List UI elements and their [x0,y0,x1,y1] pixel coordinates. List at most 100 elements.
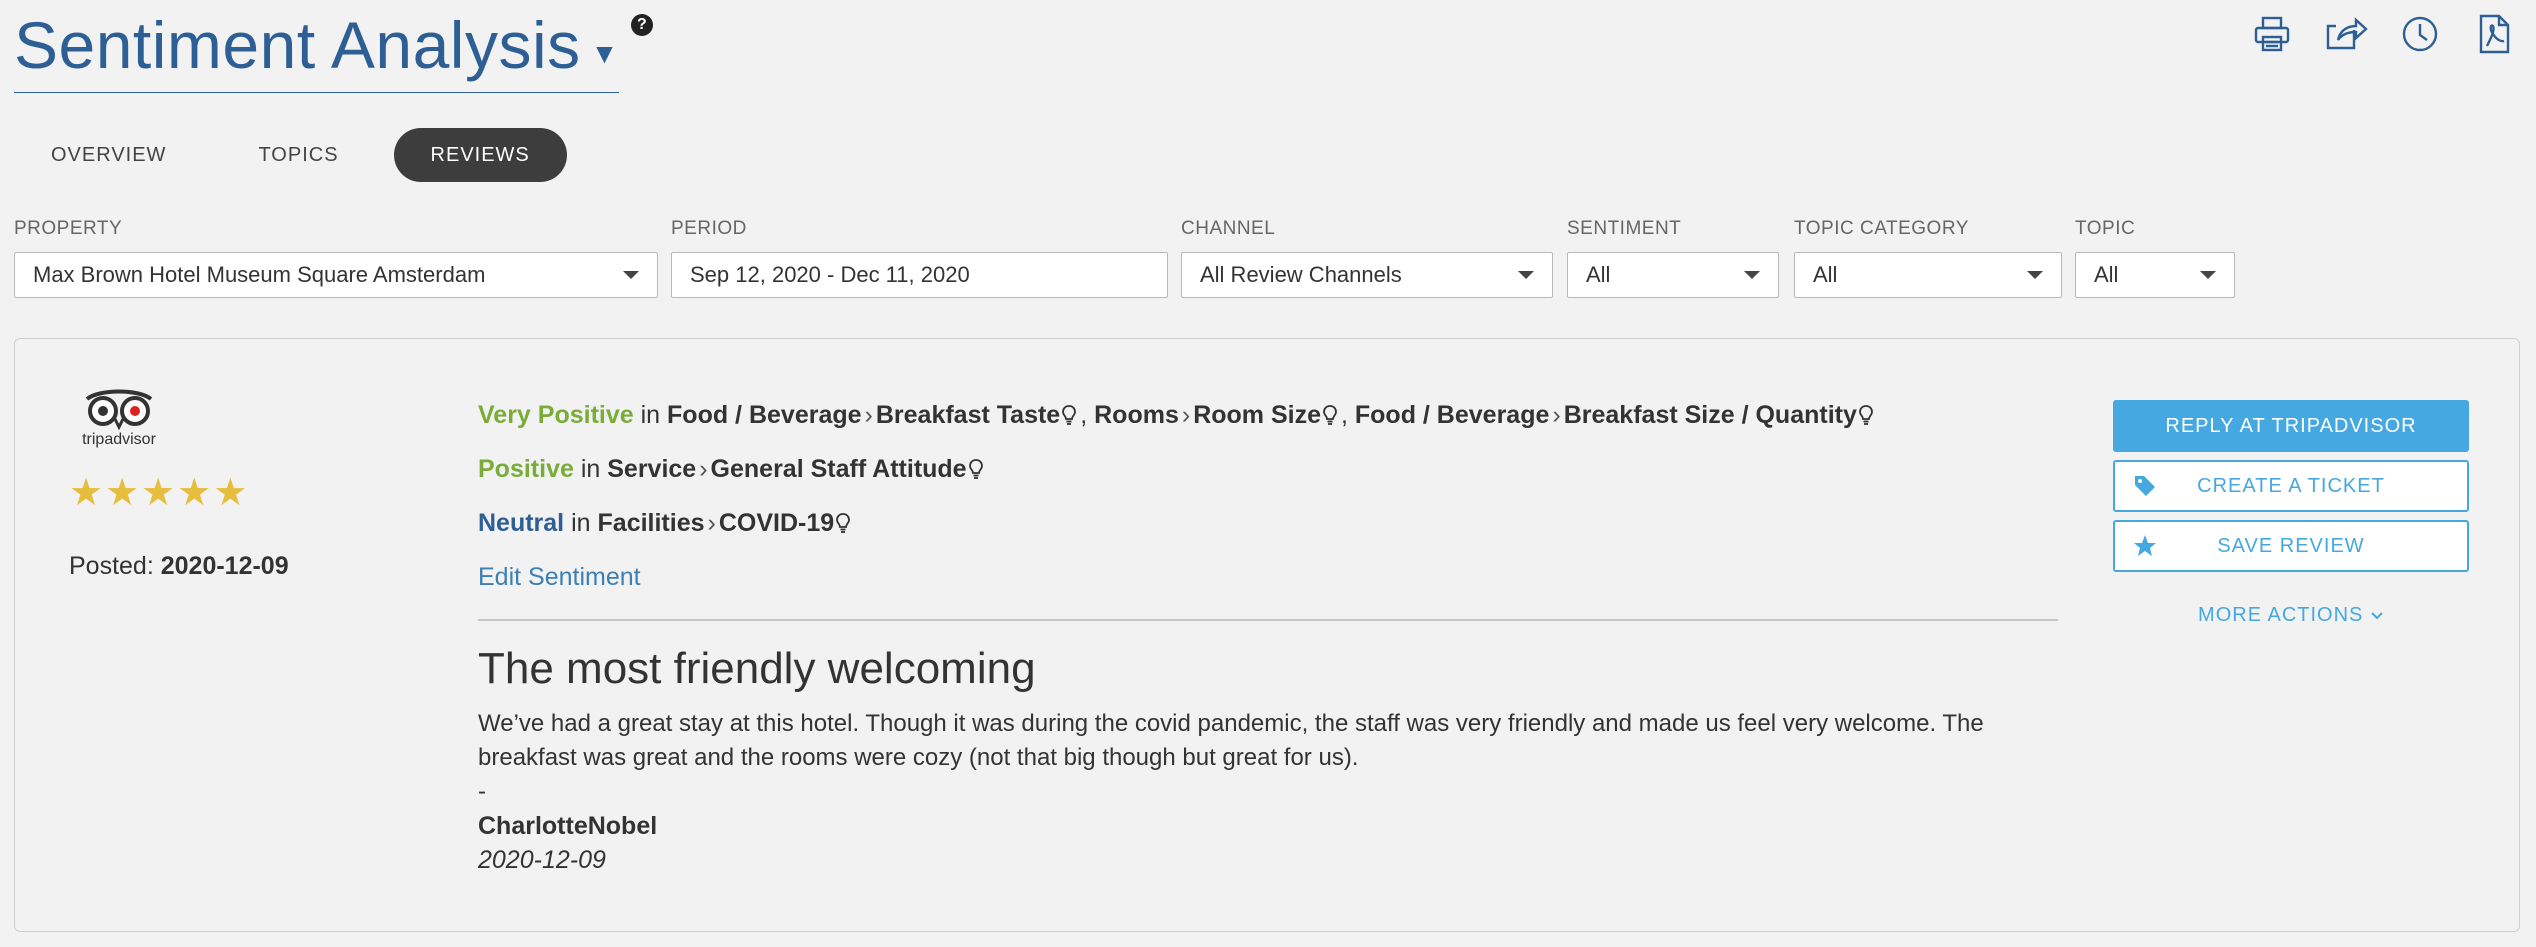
lightbulb-icon[interactable] [968,445,983,497]
review-card: tripadvisor ★ ★ ★ ★ ★ Posted: 2020-12-09… [14,338,2520,932]
topic-name: Breakfast Size / Quantity [1563,401,1857,429]
sentiment-select[interactable]: All [1567,252,1779,298]
divider [478,619,2058,621]
create-ticket-button[interactable]: CREATE A TICKET [2113,460,2469,512]
channel-select[interactable]: All Review Channels [1181,252,1553,298]
sentiment-label: SENTIMENT [1567,218,1682,239]
topic-category: Rooms [1094,401,1179,429]
sentiment-line-positive: Positive in Service › General Staff Attitu… [478,443,2058,497]
chevron-down-icon [2370,604,2384,626]
period-filter: PERIOD Sep 12, 2020 - Dec 11, 2020 [671,218,1168,298]
rating-stars: ★ ★ ★ ★ ★ [69,474,247,512]
property-filter: PROPERTY Max Brown Hotel Museum Square A… [14,218,658,298]
lightbulb-icon[interactable] [1323,391,1337,443]
topic-name: General Staff Attitude [710,455,967,483]
period-label: PERIOD [671,218,747,239]
dropdown-arrow-icon [623,271,639,279]
channel-label: CHANNEL [1181,218,1276,239]
edit-sentiment-link[interactable]: Edit Sentiment [478,551,2058,603]
topic-category-select[interactable]: All [1794,252,2062,298]
create-ticket-label: CREATE A TICKET [2197,474,2385,497]
topic-name: Room Size [1193,401,1321,429]
posted-value: 2020-12-09 [160,552,289,580]
dropdown-arrow-icon [2027,271,2043,279]
print-icon[interactable] [2250,12,2294,56]
period-value: Sep 12, 2020 - Dec 11, 2020 [690,262,970,287]
topic-filter: TOPIC All [2075,218,2235,298]
review-actions: REPLY AT TRIPADVISOR CREATE A TICKET SAV… [2113,400,2469,627]
review-source: tripadvisor ★ ★ ★ ★ ★ [69,387,247,512]
topic-category-filter: TOPIC CATEGORY All [1794,218,2062,298]
sentiment-level: Neutral [478,509,565,537]
star-icon [2133,534,2157,564]
star-icon: ★ [177,472,212,514]
review-separator: - [478,778,486,805]
tab-topics[interactable]: TOPICS [221,128,375,182]
star-icon: ★ [105,472,140,514]
dropdown-arrow-icon [1518,271,1534,279]
share-icon[interactable] [2324,12,2368,56]
more-actions-dropdown[interactable]: MORE ACTIONS [2113,604,2469,627]
tab-reviews[interactable]: REVIEWS [393,128,567,182]
posted-label: Posted: [69,552,154,580]
review-body: We’ve had a great stay at this hotel. Th… [478,710,1984,771]
channel-filter: CHANNEL All Review Channels [1181,218,1553,298]
topic-name: COVID-19 [718,509,835,537]
sentiment-value: All [1586,262,1611,287]
history-icon[interactable] [2398,12,2442,56]
topic-category: Facilities [597,509,705,537]
property-select[interactable]: Max Brown Hotel Museum Square Amsterdam [14,252,658,298]
topic-name: Breakfast Taste [875,401,1061,429]
page-title: Sentiment Analysis [14,8,581,82]
star-icon: ★ [69,472,104,514]
in-text: in [580,455,601,483]
property-label: PROPERTY [14,218,123,239]
review-author: CharlotteNobel [478,812,658,840]
sentiment-level: Positive [478,455,574,483]
review-content: Very Positive in Food / Beverage › Breakfa… [478,389,2058,877]
period-input[interactable]: Sep 12, 2020 - Dec 11, 2020 [671,252,1168,298]
in-text: in [571,509,591,537]
property-value: Max Brown Hotel Museum Square Amsterdam [33,262,486,287]
save-review-button[interactable]: SAVE REVIEW [2113,520,2469,572]
save-review-label: SAVE REVIEW [2217,534,2365,557]
sentiment-line-very-positive: Very Positive in Food / Beverage › Breakfa… [478,389,2058,443]
help-icon[interactable]: ? [630,14,653,36]
toolbar [2250,12,2516,56]
star-icon: ★ [213,472,248,514]
page-title-area: Sentiment Analysis ▼ ? [14,0,653,93]
dropdown-arrow-icon [2200,271,2216,279]
sentiment-filter: SENTIMENT All [1567,218,1779,298]
lightbulb-icon[interactable] [1858,391,1873,443]
topic-category-value: All [1813,262,1838,287]
reply-button-label: REPLY AT TRIPADVISOR [2165,414,2417,437]
in-text: in [640,401,661,429]
review-date: 2020-12-09 [478,846,606,874]
topic-category: Food / Beverage [1354,401,1550,429]
lightbulb-icon[interactable] [836,499,851,551]
topic-label: TOPIC [2075,218,2136,239]
star-icon: ★ [141,472,176,514]
sentiment-line-neutral: Neutral in Facilities › COVID-19 [478,497,2058,551]
page-title-dropdown[interactable]: Sentiment Analysis ▼ [14,0,619,93]
chevron-down-icon: ▼ [590,38,619,69]
more-actions-label: MORE ACTIONS [2198,604,2364,626]
topic-value: All [2094,262,2119,287]
tag-icon [2133,474,2157,504]
tab-overview[interactable]: OVERVIEW [14,128,203,182]
sentiment-level: Very Positive [478,401,634,429]
tripadvisor-logo: tripadvisor [82,389,157,448]
posted-date: Posted: 2020-12-09 [69,552,289,581]
reply-at-tripadvisor-button[interactable]: REPLY AT TRIPADVISOR [2113,400,2469,452]
topic-category-label: TOPIC CATEGORY [1794,218,1969,239]
topic-category: Service [607,455,697,483]
topic-select[interactable]: All [2075,252,2235,298]
topic-category: Food / Beverage [667,401,862,429]
lightbulb-icon[interactable] [1062,391,1077,443]
tab-bar: OVERVIEW TOPICS REVIEWS [14,128,567,182]
dropdown-arrow-icon [1744,271,1760,279]
review-title: The most friendly welcoming [478,644,1036,693]
channel-value: All Review Channels [1200,262,1402,287]
pdf-icon[interactable] [2472,12,2516,56]
svg-text:tripadvisor: tripadvisor [82,431,156,448]
